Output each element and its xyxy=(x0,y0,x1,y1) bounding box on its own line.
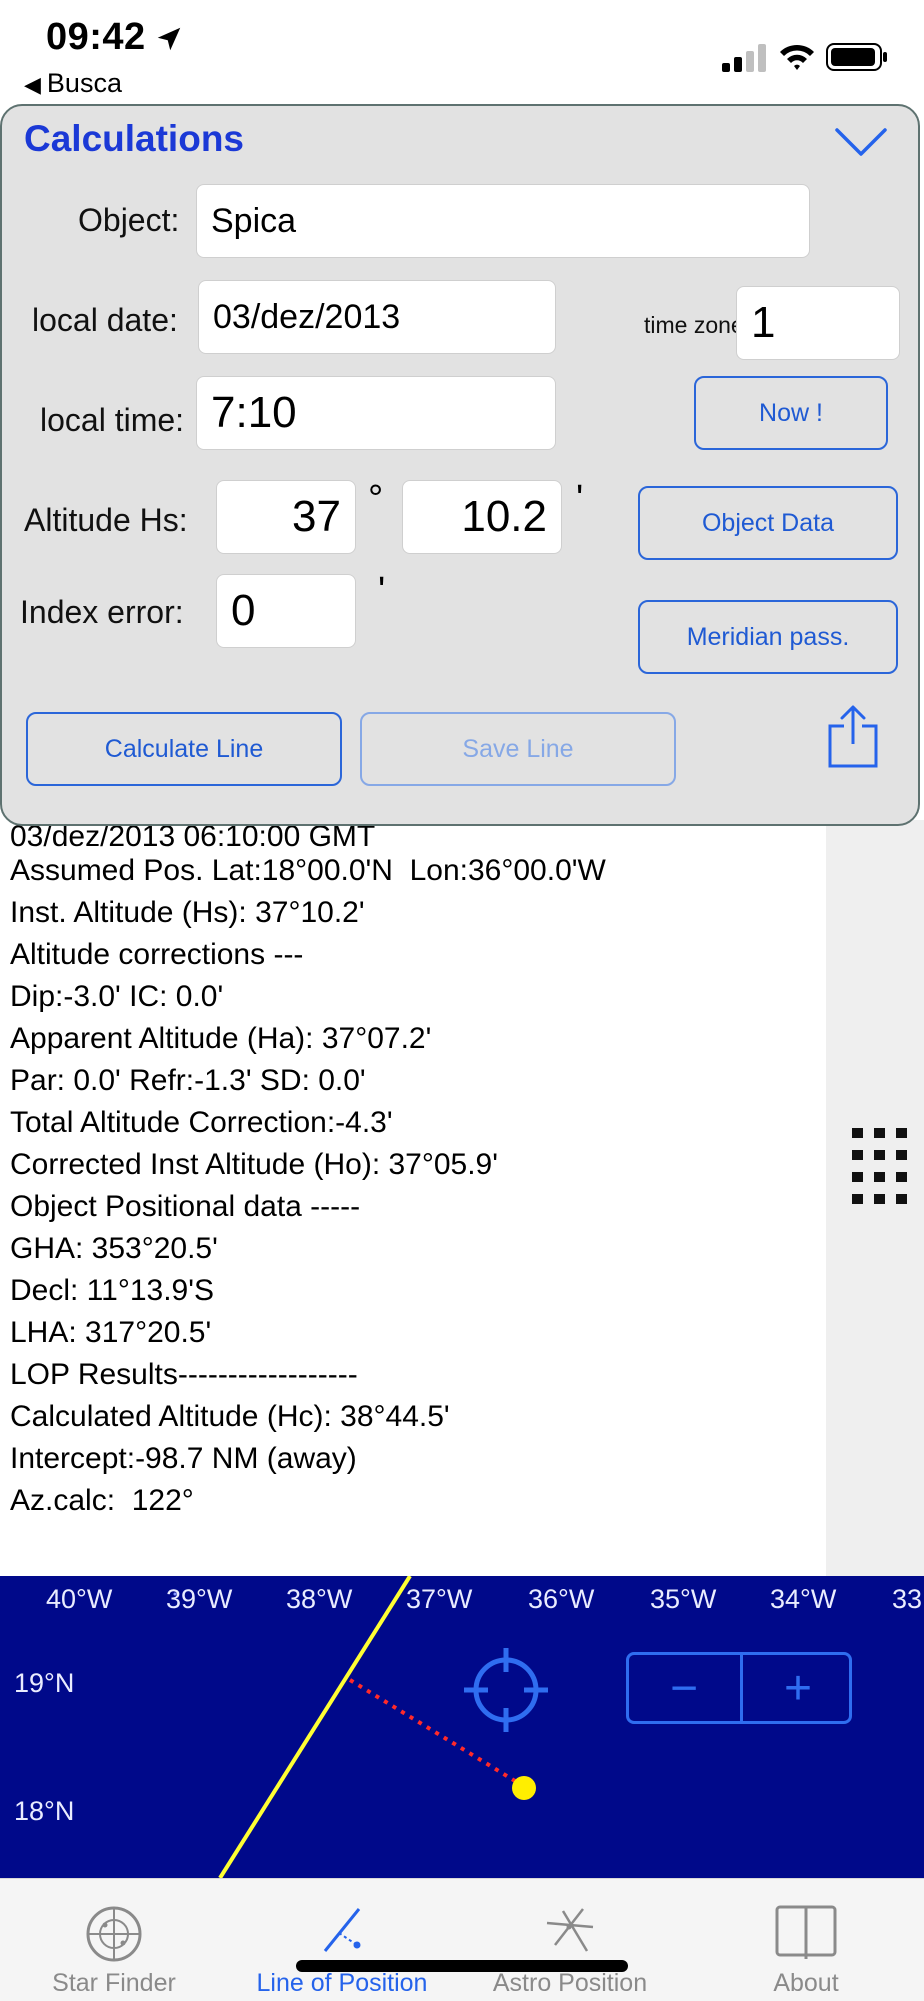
now-button[interactable]: Now ! xyxy=(694,376,888,450)
local-time-field[interactable]: 7:10 xyxy=(196,376,556,450)
time-zone-field[interactable]: 1 xyxy=(736,286,900,360)
meridian-pass-button[interactable]: Meridian pass. xyxy=(638,600,898,674)
results-text: 03/dez/2013 06:10:00 GMT Assumed Pos. La… xyxy=(0,820,826,1580)
astro-position-icon xyxy=(546,1908,594,1952)
status-bar: 09:42 ◀ Busca xyxy=(0,0,924,108)
result-line: LHA: 317°20.5' xyxy=(10,1316,212,1349)
status-time: 09:42 xyxy=(46,16,146,58)
index-error-label: Index error: xyxy=(20,594,184,630)
result-line: Assumed Pos. Lat:18°00.0'N Lon:36°00.0'W xyxy=(10,854,606,887)
tab-astro-position[interactable]: Astro Position xyxy=(470,1879,670,2001)
result-line: Apparent Altitude (Ha): 37°07.2' xyxy=(10,1022,432,1055)
tab-label: About xyxy=(773,1969,839,1997)
back-link-label: Busca xyxy=(46,68,122,98)
star-finder-icon xyxy=(86,1906,142,1962)
longitude-label: 38°W xyxy=(286,1584,353,1614)
object-label: Object: xyxy=(78,202,180,238)
save-line-button[interactable]: Save Line xyxy=(360,712,676,786)
share-icon[interactable] xyxy=(826,704,880,770)
home-indicator[interactable] xyxy=(296,1960,628,1972)
result-line: Dip:-3.0' IC: 0.0' xyxy=(10,980,224,1013)
longitude-label: 37°W xyxy=(406,1584,473,1614)
longitude-label: 34°W xyxy=(770,1584,837,1614)
altitude-degrees-field[interactable]: 37 xyxy=(216,480,356,554)
zoom-control: − + xyxy=(626,1652,852,1724)
result-line: Intercept:-98.7 NM (away) xyxy=(10,1442,357,1475)
index-error-field[interactable]: 0 xyxy=(216,574,356,648)
result-line: Decl: 11°13.9'S xyxy=(10,1274,214,1307)
keypad-grid-icon[interactable] xyxy=(852,1128,908,1204)
tab-label: Line of Position xyxy=(256,1969,428,1997)
result-line: Inst. Altitude (Hs): 37°10.2' xyxy=(10,896,365,929)
wifi-icon xyxy=(780,44,814,70)
back-to-search-link[interactable]: ◀ Busca xyxy=(24,68,122,99)
tab-label: Star Finder xyxy=(52,1969,176,1997)
local-date-field[interactable]: 03/dez/2013 xyxy=(198,280,556,354)
calculate-line-button[interactable]: Calculate Line xyxy=(26,712,342,786)
zoom-out-button[interactable]: − xyxy=(629,1655,739,1721)
longitude-label: 33 xyxy=(892,1584,923,1614)
tab-about[interactable]: About xyxy=(706,1879,906,2001)
result-line: GHA: 353°20.5' xyxy=(10,1232,218,1265)
result-line: Corrected Inst Altitude (Ho): 37°05.9' xyxy=(10,1148,498,1181)
result-line: Total Altitude Correction:-4.3' xyxy=(10,1106,393,1139)
minutes-symbol: ' xyxy=(576,478,584,520)
tab-label: Astro Position xyxy=(492,1969,648,1997)
zoom-in-button[interactable]: + xyxy=(743,1655,853,1721)
cellular-signal-icon xyxy=(722,44,766,72)
index-minutes-symbol: ' xyxy=(378,570,386,612)
local-date-label: local date: xyxy=(32,302,178,338)
result-line: Calculated Altitude (Hc): 38°44.5' xyxy=(10,1400,450,1433)
result-line: Par: 0.0' Refr:-1.3' SD: 0.0' xyxy=(10,1064,366,1097)
tab-bar: Star Finder Line of Position Astro Posit… xyxy=(0,1878,924,2001)
crosshair-icon[interactable] xyxy=(462,1646,550,1734)
back-triangle-icon: ◀ xyxy=(24,72,41,97)
object-data-button[interactable]: Object Data xyxy=(638,486,898,560)
result-line: LOP Results------------------ xyxy=(10,1358,358,1391)
chart-map[interactable]: 40°W 39°W 38°W 37°W 36°W 35°W 34°W 33 19… xyxy=(0,1576,924,1878)
result-line: Object Positional data ----- xyxy=(10,1190,361,1223)
result-line: Altitude corrections --- xyxy=(10,938,304,971)
tab-star-finder[interactable]: Star Finder xyxy=(14,1879,214,2001)
battery-icon xyxy=(826,43,887,71)
result-line: Az.calc: 122° xyxy=(10,1484,194,1517)
latitude-label: 19°N xyxy=(14,1668,75,1698)
calculations-panel: Calculations Object: Spica local date: 0… xyxy=(0,104,920,826)
altitude-minutes-field[interactable]: 10.2 xyxy=(402,480,562,554)
object-field[interactable]: Spica xyxy=(196,184,810,258)
longitude-label: 35°W xyxy=(650,1584,717,1614)
assumed-position-dot xyxy=(512,1776,536,1800)
longitude-label: 39°W xyxy=(166,1584,233,1614)
location-arrow-icon xyxy=(157,27,181,51)
altitude-label: Altitude Hs: xyxy=(24,502,188,538)
line-of-position xyxy=(218,1576,412,1878)
collapse-chevron-icon[interactable] xyxy=(834,126,888,160)
longitude-label: 36°W xyxy=(528,1584,595,1614)
line-of-position-icon xyxy=(323,1908,361,1952)
degree-symbol: ° xyxy=(368,478,384,520)
time-zone-label: time zone: xyxy=(644,312,751,338)
latitude-label: 18°N xyxy=(14,1796,75,1826)
tab-line-of-position[interactable]: Line of Position xyxy=(242,1879,442,2001)
local-time-label: local time: xyxy=(40,402,185,438)
book-icon xyxy=(775,1905,837,1959)
longitude-label: 40°W xyxy=(46,1584,113,1614)
panel-title: Calculations xyxy=(24,118,244,159)
